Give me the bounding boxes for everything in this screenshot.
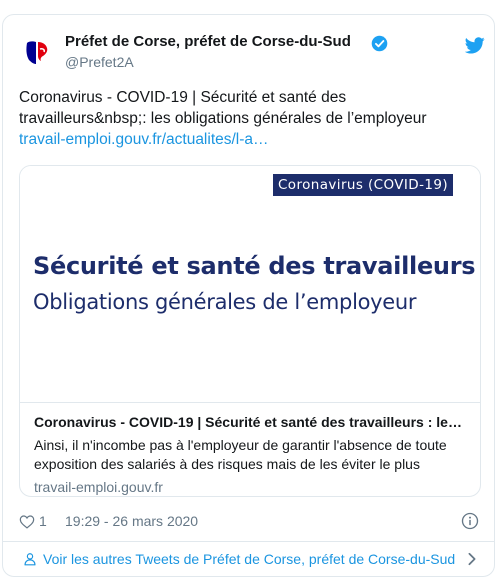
- author-name[interactable]: Préfet de Corse, préfet de Corse-du-Sud: [65, 33, 351, 50]
- embedded-tweet: Préfet de Corse, préfet de Corse-du-Sud …: [2, 14, 495, 542]
- card-description: Ainsi, il n'incombe pas à l'employeur de…: [34, 436, 466, 474]
- author-handle[interactable]: @Prefet2A: [65, 54, 134, 70]
- card-image-subtitle: Obligations générales de l’employeur: [33, 290, 417, 314]
- tweet-timestamp[interactable]: 19:29 - 26 mars 2020: [65, 513, 198, 529]
- tweet-text-line: travailleurs&nbsp;: les obligations géné…: [19, 110, 427, 127]
- card-body[interactable]: Coronavirus - COVID-19 | Sécurité et san…: [20, 402, 480, 496]
- heart-icon[interactable]: [19, 514, 35, 529]
- tweet-text-line: Coronavirus - COVID-19 | Sécurité et san…: [19, 89, 347, 106]
- info-icon[interactable]: [461, 512, 479, 530]
- card-image[interactable]: Coronavirus (COVID-19) Sécurité et santé…: [20, 166, 480, 402]
- card-title[interactable]: Coronavirus - COVID-19 | Sécurité et san…: [34, 413, 466, 431]
- verified-badge-icon: [371, 35, 388, 52]
- link-preview-card[interactable]: Coronavirus (COVID-19) Sécurité et santé…: [19, 165, 481, 497]
- person-icon: [24, 553, 36, 566]
- tweet-meta: 1 19:29 - 26 mars 2020: [19, 511, 479, 533]
- card-description-line: exposition des salariés à des risques ma…: [34, 456, 420, 472]
- chevron-right-icon: [468, 552, 476, 566]
- tweet-text: Coronavirus - COVID-19 | Sécurité et san…: [19, 87, 479, 150]
- tweet-header: Préfet de Corse, préfet de Corse-du-Sud …: [19, 29, 485, 79]
- more-tweets-label[interactable]: Voir les autres Tweets de Préfet de Cors…: [43, 551, 455, 567]
- card-domain: travail-emploi.gouv.fr: [34, 479, 163, 495]
- card-image-title: Sécurité et santé des travailleurs: [33, 252, 476, 280]
- twitter-bird-icon[interactable]: [465, 37, 485, 54]
- marianne-logo-icon[interactable]: [19, 33, 55, 69]
- card-description-line: Ainsi, il n'incombe pas à l'employeur de…: [34, 437, 447, 453]
- card-image-badge: Coronavirus (COVID-19): [273, 174, 453, 196]
- like-count[interactable]: 1: [39, 513, 47, 529]
- tweet-link[interactable]: travail-emploi.gouv.fr/actualites/l-a…: [19, 129, 479, 150]
- more-tweets-link[interactable]: Voir les autres Tweets de Préfet de Cors…: [2, 541, 495, 577]
